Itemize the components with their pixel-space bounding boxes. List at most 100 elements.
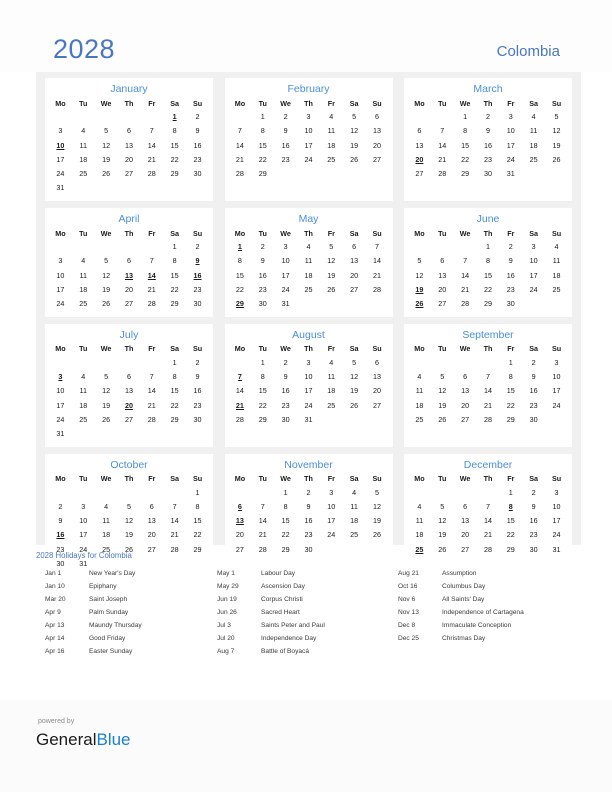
day-cell[interactable]: 11 [545,254,568,268]
day-cell[interactable]: 3 [297,355,320,369]
day-cell[interactable]: 26 [95,296,118,310]
holiday-day-cell[interactable]: 9 [186,254,209,268]
day-cell[interactable]: 14 [229,138,252,152]
day-cell[interactable]: 28 [431,167,454,181]
day-cell[interactable]: 19 [431,398,454,412]
day-cell[interactable]: 29 [163,296,186,310]
day-cell[interactable]: 18 [320,384,343,398]
day-cell[interactable]: 15 [454,138,477,152]
day-cell[interactable]: 8 [274,500,297,514]
day-cell[interactable]: 25 [72,167,95,181]
day-cell[interactable]: 15 [163,384,186,398]
day-cell[interactable]: 27 [118,167,141,181]
day-cell[interactable]: 11 [320,124,343,138]
day-cell[interactable]: 3 [320,485,343,499]
day-cell[interactable]: 19 [343,138,366,152]
day-cell[interactable]: 28 [229,167,252,181]
day-cell[interactable]: 18 [297,268,320,282]
day-cell[interactable]: 27 [408,167,431,181]
day-cell[interactable]: 26 [343,398,366,412]
day-cell[interactable]: 28 [477,412,500,426]
day-cell[interactable]: 1 [163,240,186,254]
day-cell[interactable]: 29 [454,167,477,181]
day-cell[interactable]: 2 [274,355,297,369]
day-cell[interactable]: 21 [454,282,477,296]
day-cell[interactable]: 5 [545,110,568,124]
day-cell[interactable]: 18 [408,528,431,542]
day-cell[interactable]: 4 [320,355,343,369]
day-cell[interactable]: 8 [499,370,522,384]
day-cell[interactable]: 5 [118,500,141,514]
day-cell[interactable]: 15 [163,138,186,152]
day-cell[interactable]: 21 [366,268,389,282]
day-cell[interactable]: 24 [49,412,72,426]
day-cell[interactable]: 27 [431,296,454,310]
day-cell[interactable]: 30 [186,296,209,310]
day-cell[interactable]: 19 [366,514,389,528]
day-cell[interactable]: 1 [251,355,274,369]
day-cell[interactable]: 22 [251,152,274,166]
day-cell[interactable]: 4 [297,240,320,254]
day-cell[interactable]: 12 [408,268,431,282]
day-cell[interactable]: 19 [320,268,343,282]
day-cell[interactable]: 19 [545,138,568,152]
day-cell[interactable]: 4 [408,370,431,384]
day-cell[interactable]: 4 [545,240,568,254]
day-cell[interactable]: 10 [274,254,297,268]
day-cell[interactable]: 17 [274,268,297,282]
day-cell[interactable]: 29 [251,167,274,181]
day-cell[interactable]: 8 [454,124,477,138]
day-cell[interactable]: 28 [454,296,477,310]
day-cell[interactable]: 20 [366,384,389,398]
day-cell[interactable]: 29 [163,412,186,426]
day-cell[interactable]: 11 [72,384,95,398]
day-cell[interactable]: 24 [274,282,297,296]
day-cell[interactable]: 5 [320,240,343,254]
day-cell[interactable]: 29 [477,296,500,310]
day-cell[interactable]: 2 [297,485,320,499]
day-cell[interactable]: 23 [274,398,297,412]
day-cell[interactable]: 16 [274,138,297,152]
day-cell[interactable]: 6 [118,254,141,268]
day-cell[interactable]: 15 [251,384,274,398]
day-cell[interactable]: 8 [251,124,274,138]
day-cell[interactable]: 12 [343,370,366,384]
day-cell[interactable]: 23 [297,528,320,542]
day-cell[interactable]: 15 [229,268,252,282]
day-cell[interactable]: 4 [522,110,545,124]
day-cell[interactable]: 6 [366,355,389,369]
day-cell[interactable]: 14 [477,514,500,528]
day-cell[interactable]: 7 [140,124,163,138]
day-cell[interactable]: 19 [95,398,118,412]
day-cell[interactable]: 9 [186,124,209,138]
day-cell[interactable]: 18 [343,514,366,528]
day-cell[interactable]: 16 [297,514,320,528]
day-cell[interactable]: 8 [229,254,252,268]
day-cell[interactable]: 20 [431,282,454,296]
day-cell[interactable]: 12 [343,124,366,138]
day-cell[interactable]: 14 [454,268,477,282]
day-cell[interactable]: 15 [499,514,522,528]
day-cell[interactable]: 10 [49,384,72,398]
day-cell[interactable]: 28 [229,412,252,426]
day-cell[interactable]: 7 [477,500,500,514]
day-cell[interactable]: 30 [477,167,500,181]
day-cell[interactable]: 16 [522,514,545,528]
holiday-day-cell[interactable]: 8 [499,500,522,514]
day-cell[interactable]: 10 [545,370,568,384]
day-cell[interactable]: 6 [140,500,163,514]
day-cell[interactable]: 13 [454,384,477,398]
day-cell[interactable]: 2 [522,485,545,499]
day-cell[interactable]: 16 [186,138,209,152]
day-cell[interactable]: 22 [454,152,477,166]
day-cell[interactable]: 23 [499,282,522,296]
day-cell[interactable]: 19 [95,152,118,166]
day-cell[interactable]: 4 [72,370,95,384]
day-cell[interactable]: 22 [499,528,522,542]
holiday-day-cell[interactable]: 3 [49,370,72,384]
day-cell[interactable]: 21 [477,398,500,412]
day-cell[interactable]: 26 [95,167,118,181]
day-cell[interactable]: 7 [140,370,163,384]
day-cell[interactable]: 13 [366,370,389,384]
day-cell[interactable]: 30 [274,412,297,426]
